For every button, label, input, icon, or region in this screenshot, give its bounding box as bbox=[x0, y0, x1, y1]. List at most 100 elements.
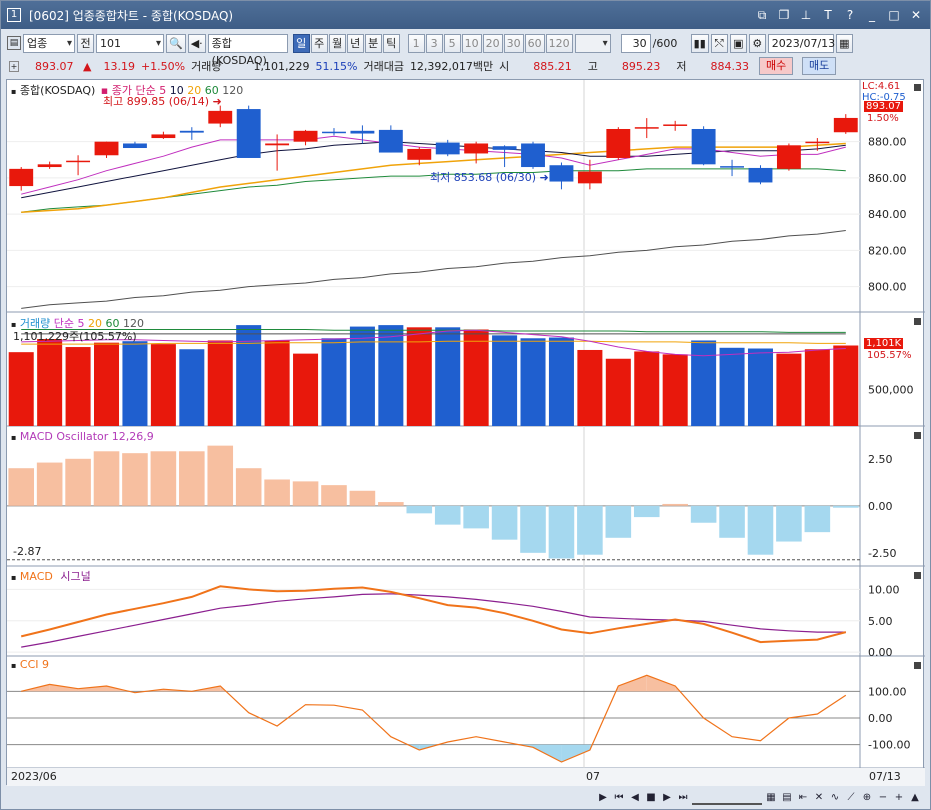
title-bar[interactable]: 1 [0602] 업종종합차트 - 종합(KOSDAQ) ⧉ ❐ ⊥ T ? _… bbox=[1, 1, 930, 29]
amount-label: 거래대금 bbox=[363, 60, 404, 73]
overlay-icon[interactable]: ▤ bbox=[780, 791, 794, 805]
osc-bar bbox=[207, 445, 234, 506]
interval-5[interactable]: 5 bbox=[443, 33, 461, 53]
osc-bar bbox=[321, 485, 347, 506]
buy-button[interactable]: 매수 bbox=[759, 57, 794, 75]
osc-bar bbox=[65, 458, 91, 506]
scroll-first-icon[interactable]: ⏮ bbox=[612, 791, 626, 805]
osc-bar bbox=[520, 505, 546, 553]
zoom-out-icon[interactable]: − bbox=[876, 791, 890, 805]
restore-layout-icon[interactable]: ⧉ bbox=[754, 7, 770, 23]
macd-osc-title: ▪ MACD Oscillator 12,26,9 bbox=[11, 430, 154, 443]
macd-osc-min-note: -2.87 bbox=[13, 545, 42, 558]
high-value: 895.23 bbox=[621, 59, 661, 73]
ma120-line bbox=[21, 230, 846, 309]
close-icon[interactable]: ✕ bbox=[908, 7, 924, 23]
candle-body bbox=[805, 141, 830, 144]
tab-day[interactable]: 일 bbox=[292, 33, 310, 53]
osc-bar bbox=[747, 505, 774, 555]
collapse-icon[interactable]: ▲ bbox=[908, 791, 922, 805]
expand-icon[interactable]: + bbox=[9, 60, 19, 72]
candle-body bbox=[123, 143, 147, 149]
volume-bar bbox=[94, 342, 120, 426]
interval-1[interactable]: 1 bbox=[407, 33, 425, 53]
volume-bar bbox=[719, 347, 745, 426]
tab-year[interactable]: 년 bbox=[346, 33, 364, 53]
scroll-start-icon[interactable]: ▶ bbox=[596, 791, 610, 805]
interval-60[interactable]: 60 bbox=[524, 33, 545, 53]
market-select[interactable]: 업종 bbox=[23, 33, 75, 53]
candle-body bbox=[691, 128, 716, 165]
volume-last-tag: 1,101K bbox=[864, 338, 904, 349]
interval-20[interactable]: 20 bbox=[482, 33, 503, 53]
minimize-icon[interactable]: _ bbox=[864, 7, 880, 23]
tab-month[interactable]: 월 bbox=[328, 33, 346, 53]
indicator-icon[interactable]: ▮▮ bbox=[690, 33, 709, 53]
osc-bar bbox=[36, 462, 63, 506]
scroll-back-icon[interactable]: ◀ bbox=[628, 791, 642, 805]
shrink-icon[interactable]: ⇤ bbox=[796, 791, 810, 805]
scroll-last-icon[interactable]: ⏭ bbox=[676, 791, 690, 805]
zoom-in-icon[interactable]: + bbox=[892, 791, 906, 805]
pin-icon[interactable]: ⊥ bbox=[798, 7, 814, 23]
tab-week[interactable]: 주 bbox=[310, 33, 328, 53]
cci-overbought-fill bbox=[618, 675, 647, 692]
osc-y-tick: -2.50 bbox=[868, 547, 896, 560]
interval-3[interactable]: 3 bbox=[425, 33, 443, 53]
gear-icon[interactable]: ⚙ bbox=[748, 33, 766, 53]
zoom-icon[interactable]: ⊕ bbox=[860, 791, 874, 805]
font-icon[interactable]: T bbox=[820, 7, 836, 23]
sound-button[interactable]: ◀· bbox=[187, 33, 206, 53]
sell-button[interactable]: 매도 bbox=[802, 57, 837, 75]
volume-bar bbox=[321, 338, 347, 426]
chart-type-icon[interactable]: ▦ bbox=[764, 791, 778, 805]
code-input[interactable]: 101 bbox=[96, 33, 164, 53]
tab-tick[interactable]: 틱 bbox=[382, 33, 400, 53]
zoom-slider[interactable] bbox=[692, 791, 762, 805]
interval-select[interactable] bbox=[574, 33, 611, 53]
line-icon[interactable]: ⟋ bbox=[844, 791, 858, 805]
x-axis-start: 2023/06 bbox=[11, 770, 57, 783]
candle-body bbox=[492, 146, 517, 150]
panel-close-icon bbox=[914, 662, 921, 669]
cross-icon[interactable]: ✕ bbox=[812, 791, 826, 805]
interval-120[interactable]: 120 bbox=[545, 33, 573, 53]
osc-bar bbox=[349, 490, 376, 506]
macd-y-tick: 0.00 bbox=[868, 646, 893, 659]
chart-area[interactable]: 880.00 860.00 840.00 820.00 800.00 500,000 2.5… bbox=[6, 79, 925, 786]
candle-body bbox=[435, 142, 460, 155]
macd-y-tick: 5.00 bbox=[868, 615, 893, 628]
help-icon[interactable]: ? bbox=[842, 7, 858, 23]
tool-icon[interactable]: ⤲ bbox=[710, 33, 728, 53]
calendar-icon[interactable]: ▦ bbox=[835, 33, 853, 53]
current-price: 893.07 ▲ bbox=[35, 59, 92, 73]
date-input[interactable]: 2023/07/13 bbox=[767, 33, 835, 53]
interval-30[interactable]: 30 bbox=[503, 33, 524, 53]
copy-window-icon[interactable]: ❐ bbox=[776, 7, 792, 23]
count-input[interactable]: 30 bbox=[620, 33, 651, 53]
candle-body bbox=[236, 109, 261, 158]
maximize-icon[interactable]: □ bbox=[886, 7, 902, 23]
prev-button[interactable]: 전 bbox=[77, 33, 94, 53]
osc-bar bbox=[690, 505, 717, 523]
price-bar: + 893.07 ▲ 13.19 +1.50% 거래량 1,101,229 51… bbox=[1, 56, 930, 76]
osc-y-tick: 2.50 bbox=[868, 453, 893, 466]
candle-body bbox=[577, 171, 602, 184]
osc-bar bbox=[463, 505, 489, 529]
window-title: [0602] 업종종합차트 - 종합(KOSDAQ) bbox=[29, 8, 234, 23]
tab-minute[interactable]: 분 bbox=[364, 33, 382, 53]
macd-y-tick: 10.00 bbox=[868, 583, 900, 596]
candle-body bbox=[378, 129, 403, 153]
save-icon[interactable]: ▣ bbox=[729, 33, 747, 53]
scroll-forward-icon[interactable]: ▶ bbox=[660, 791, 674, 805]
panel-close-icon bbox=[914, 432, 921, 439]
trend-icon[interactable]: ∿ bbox=[828, 791, 842, 805]
cci-title: ▪ CCI 9 bbox=[11, 658, 50, 671]
volume-bar bbox=[548, 337, 574, 426]
interval-10[interactable]: 10 bbox=[461, 33, 482, 53]
search-button[interactable]: 🔍 bbox=[166, 33, 186, 53]
market-menu-icon[interactable]: ▤ bbox=[7, 36, 21, 50]
cci-oversold-fill bbox=[561, 744, 590, 762]
stop-icon[interactable]: ■ bbox=[644, 791, 658, 805]
osc-bar bbox=[776, 505, 802, 542]
